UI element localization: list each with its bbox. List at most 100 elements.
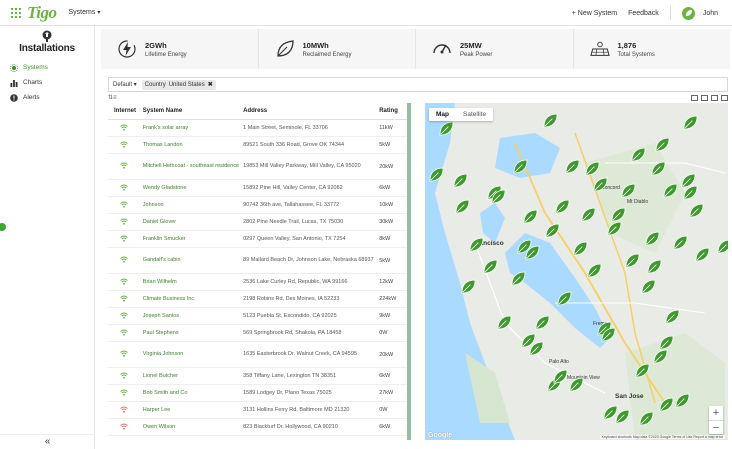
leaf-pin-icon[interactable] — [543, 113, 558, 128]
leaf-pin-icon[interactable] — [673, 235, 688, 250]
table-row[interactable]: Johnson 90742 36th ave, Tallahassee, FL 3… — [108, 197, 407, 214]
systems-dropdown[interactable]: Systems ▾ — [68, 9, 100, 16]
monitor-view-icon[interactable] — [691, 95, 698, 101]
table-view-icon[interactable] — [711, 95, 718, 101]
system-name-link[interactable]: Thomas Landon — [143, 142, 243, 149]
leaf-pin-icon[interactable] — [461, 279, 476, 294]
leaf-pin-icon[interactable] — [651, 161, 666, 176]
sidebar-item-alerts[interactable]: Alerts — [0, 90, 94, 105]
system-name-link[interactable]: Johnson — [143, 202, 243, 209]
leaf-pin-icon[interactable] — [555, 199, 570, 214]
leaf-pin-icon[interactable] — [695, 247, 710, 262]
leaf-pin-icon[interactable] — [645, 231, 660, 246]
table-row[interactable]: Owen Wilson 823 Blackturf Dr. Hollywood, … — [108, 419, 407, 436]
filter-bar[interactable]: Default ▾ Country United States ✖ — [108, 77, 728, 92]
filter-chip-country[interactable]: Country United States ✖ — [141, 79, 216, 90]
leaf-pin-icon[interactable] — [683, 115, 698, 130]
app-grid-icon[interactable] — [11, 7, 21, 18]
system-name-link[interactable]: Climate Business Inc. — [143, 296, 243, 303]
leaf-pin-icon[interactable] — [565, 159, 580, 174]
leaf-pin-icon[interactable] — [585, 161, 600, 176]
collapse-sidebar-button[interactable]: « — [0, 434, 95, 447]
table-row[interactable]: Frank's solar array 1 Main Street, Semino… — [108, 120, 407, 137]
system-name-link[interactable]: Harper Lee — [143, 407, 243, 414]
column-header-internet[interactable]: Internet — [108, 108, 143, 114]
leaf-pin-icon[interactable] — [497, 315, 512, 330]
leaf-pin-icon[interactable] — [611, 207, 626, 222]
leaf-pin-icon[interactable] — [639, 411, 654, 426]
column-settings-icon[interactable]: ⇅≡ — [108, 94, 117, 101]
system-name-link[interactable]: Lionel Butcher — [143, 373, 243, 380]
leaf-pin-icon[interactable] — [665, 309, 680, 324]
leaf-pin-icon[interactable] — [553, 369, 568, 384]
leaf-pin-icon[interactable] — [659, 335, 674, 350]
table-row[interactable]: Gandalf's cabin 89 Mallard Beach Dr, John… — [108, 248, 407, 274]
sidebar-item-systems[interactable]: Systems — [0, 60, 94, 75]
leaf-pin-icon[interactable] — [663, 183, 678, 198]
tab-map[interactable]: Map — [429, 108, 456, 121]
table-row[interactable]: Virginia Johnson 1635 Easterbrook Dr. Wal… — [108, 342, 407, 368]
system-name-link[interactable]: Joseph Santos — [143, 313, 243, 320]
map-panel[interactable]: Map Satellite Francisco San Jose Fremont… — [425, 103, 728, 440]
map-view-icon[interactable] — [721, 95, 728, 101]
leaf-pin-icon[interactable] — [491, 189, 506, 204]
leaf-pin-icon[interactable] — [717, 239, 728, 254]
column-header-system-name[interactable]: System Name — [143, 108, 243, 114]
leaf-pin-icon[interactable] — [523, 209, 538, 224]
leaf-pin-icon[interactable] — [429, 167, 444, 182]
table-row[interactable]: Daniel Glover 2802 Pine Needle Trail, Luc… — [108, 214, 407, 231]
system-name-link[interactable]: Wendy Gladstone — [143, 185, 243, 192]
map-attribution[interactable]: Keyboard shortcuts Map data ©2023 Google… — [599, 435, 725, 439]
system-name-link[interactable]: Frank's solar array — [143, 125, 243, 132]
leaf-pin-icon[interactable] — [557, 291, 572, 306]
leaf-pin-icon[interactable] — [631, 147, 646, 162]
leaf-pin-icon[interactable] — [621, 183, 636, 198]
leaf-pin-icon[interactable] — [569, 377, 584, 392]
leaf-pin-icon[interactable] — [511, 271, 526, 286]
leaf-pin-icon[interactable] — [593, 177, 608, 192]
column-header-address[interactable]: Address — [243, 108, 379, 114]
table-row[interactable]: Wendy Gladstone 15892 Pine Hill, Valley C… — [108, 180, 407, 197]
avatar[interactable] — [681, 6, 695, 20]
leaf-pin-icon[interactable] — [641, 279, 656, 294]
leaf-pin-icon[interactable] — [587, 263, 602, 278]
sidebar-item-charts[interactable]: Charts — [0, 75, 94, 90]
system-name-link[interactable]: Mitchell Hethcoat - southeast residence — [143, 163, 243, 170]
leaf-pin-icon[interactable] — [535, 315, 550, 330]
leaf-pin-icon[interactable] — [689, 203, 704, 218]
table-row[interactable]: Joseph Santos 5123 Puebla St, Escondido, … — [108, 308, 407, 325]
leaf-pin-icon[interactable] — [545, 223, 560, 238]
leaf-pin-icon[interactable] — [453, 173, 468, 188]
table-row[interactable]: Paul Stephens 569 Springbrook Rd, Shakola… — [108, 325, 407, 342]
table-row[interactable]: Bob Smith and Co 1589 Lodgey Dr, Plano Te… — [108, 385, 407, 402]
leaf-pin-icon[interactable] — [635, 363, 650, 378]
leaf-pin-icon[interactable] — [653, 349, 668, 364]
leaf-pin-icon[interactable] — [483, 259, 498, 274]
leaf-pin-icon[interactable] — [581, 207, 596, 222]
leaf-pin-icon[interactable] — [573, 241, 588, 256]
leaf-pin-icon[interactable] — [529, 341, 544, 356]
split-view-icon[interactable] — [701, 95, 708, 101]
system-name-link[interactable]: Daniel Glover — [143, 219, 243, 226]
system-name-link[interactable]: Franklin Smucker — [143, 236, 243, 243]
leaf-pin-icon[interactable] — [675, 393, 690, 408]
user-name[interactable]: John — [703, 10, 718, 17]
leaf-pin-icon[interactable] — [469, 237, 484, 252]
system-name-link[interactable]: Owen Wilson — [143, 424, 243, 431]
close-icon[interactable]: ✖ — [208, 81, 213, 88]
leaf-pin-icon[interactable] — [525, 245, 540, 260]
leaf-pin-icon[interactable] — [439, 121, 454, 136]
table-row[interactable]: Mitchell Hethcoat - southeast residence 1… — [108, 154, 407, 180]
table-row[interactable]: Brian Wilhelm 2536 Lake Curley Rd, Republ… — [108, 274, 407, 291]
leaf-pin-icon[interactable] — [659, 397, 674, 412]
system-name-link[interactable]: Gandalf's cabin — [143, 257, 243, 264]
zoom-out-button[interactable]: − — [709, 420, 723, 434]
table-row[interactable]: Thomas Landon 89521 South 336 Road, Grove… — [108, 137, 407, 154]
table-row[interactable]: Franklin Smucker 0297 Queen Valley, San A… — [108, 231, 407, 248]
system-name-link[interactable]: Bob Smith and Co — [143, 390, 243, 397]
leaf-pin-icon[interactable] — [615, 409, 630, 424]
system-name-link[interactable]: Paul Stephens — [143, 330, 243, 337]
tigo-logo[interactable]: Tigo — [27, 3, 57, 23]
feedback-link[interactable]: Feedback — [628, 10, 659, 17]
zoom-in-button[interactable]: + — [709, 406, 723, 420]
